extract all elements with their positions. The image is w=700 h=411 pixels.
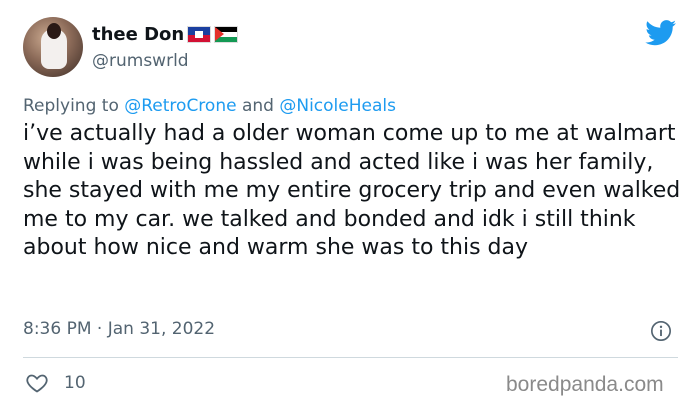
mention-nicoleheals[interactable]: @NicoleHeals bbox=[279, 96, 396, 116]
haiti-flag-icon bbox=[187, 26, 212, 43]
avatar[interactable] bbox=[23, 17, 83, 77]
reply-joiner: and bbox=[241, 96, 274, 116]
avatar-head bbox=[47, 23, 61, 39]
like-count: 10 bbox=[64, 373, 86, 393]
display-name[interactable]: thee Don bbox=[92, 24, 239, 45]
reply-context: Replying to @RetroCrone and @NicoleHeals bbox=[23, 96, 396, 116]
mention-retrocrone[interactable]: @RetroCrone bbox=[124, 96, 236, 116]
display-name-text: thee Don bbox=[92, 24, 185, 45]
tweet-timestamp[interactable]: 8:36 PM · Jan 31, 2022 bbox=[23, 319, 215, 339]
twitter-bird-icon[interactable] bbox=[645, 20, 677, 46]
palestine-flag-icon bbox=[214, 26, 239, 43]
user-handle[interactable]: @rumswrld bbox=[92, 51, 189, 71]
tweet-text: i’ve actually had a older woman come up … bbox=[23, 121, 681, 260]
reply-prefix: Replying to bbox=[23, 96, 119, 116]
watermark: boredpanda.com bbox=[506, 373, 664, 396]
heart-icon[interactable] bbox=[25, 371, 49, 395]
info-icon[interactable] bbox=[650, 320, 672, 342]
divider bbox=[23, 357, 678, 358]
